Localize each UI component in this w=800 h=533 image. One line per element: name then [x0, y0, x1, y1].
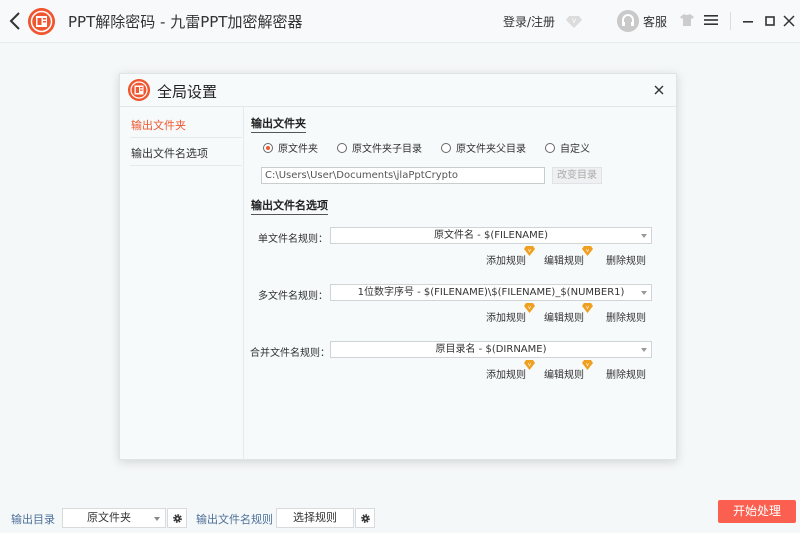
- select-value: 原目录名 - $(DIRNAME): [435, 344, 547, 355]
- vip-icon[interactable]: V: [566, 13, 582, 29]
- start-processing-button[interactable]: 开始处理: [718, 500, 796, 523]
- add-rule-button[interactable]: 添加规则: [486, 309, 526, 324]
- sidebar-item-output-folder[interactable]: 输出文件夹: [131, 117, 241, 133]
- vip-badge-icon: v: [524, 303, 535, 313]
- merge-file-rule-label: 合并文件名规则：: [250, 348, 330, 359]
- dialog-header: 全局设置: [120, 74, 676, 107]
- svg-text:v: v: [586, 362, 589, 368]
- merge-file-rule-select[interactable]: 原目录名 - $(DIRNAME): [330, 341, 652, 358]
- back-icon[interactable]: [6, 10, 26, 32]
- maximize-icon[interactable]: [762, 13, 778, 29]
- gear-icon: [361, 514, 370, 523]
- sidebar-item-filename-options[interactable]: 输出文件名选项: [131, 145, 241, 161]
- vip-badge-icon: v: [582, 360, 593, 370]
- radio-dot: [337, 142, 347, 153]
- single-file-rule-select[interactable]: 原文件名 - $(FILENAME): [330, 227, 652, 244]
- dialog-logo-icon: [128, 79, 150, 101]
- settings-sidebar: 输出文件夹 输出文件名选项: [120, 107, 244, 460]
- single-file-rule-label: 单文件名规则：: [258, 234, 328, 245]
- chevron-down-icon: [641, 234, 647, 238]
- output-dir-select[interactable]: 原文件夹: [62, 508, 166, 528]
- add-rule-button[interactable]: 添加规则: [486, 366, 526, 381]
- output-dir-settings-button[interactable]: [167, 508, 187, 528]
- select-rule-button[interactable]: 选择规则: [276, 508, 354, 528]
- filename-rule-settings-button[interactable]: [355, 508, 375, 528]
- app-title: PPT解除密码 - 九雷PPT加密解密器: [68, 13, 303, 31]
- multi-file-rule-select[interactable]: 1位数字序号 - $(FILENAME)\$(FILENAME)_$(NUMBE…: [330, 284, 652, 301]
- minimize-icon[interactable]: [740, 13, 756, 29]
- chevron-down-icon: [641, 348, 647, 352]
- sidebar-divider: [130, 165, 242, 166]
- edit-rule-button[interactable]: 编辑规则: [544, 366, 584, 381]
- login-register-link[interactable]: 登录/注册: [503, 13, 555, 30]
- close-icon[interactable]: [781, 13, 797, 29]
- global-settings-dialog: 全局设置 输出文件夹 输出文件名选项 输出文件夹 原文件夹 原文件夹子目录 原文…: [119, 73, 677, 460]
- radio-original-folder[interactable]: 原文件夹: [263, 140, 318, 155]
- dialog-close-icon[interactable]: [652, 83, 666, 97]
- titlebar-divider: [730, 12, 731, 30]
- radio-dot: [545, 142, 555, 153]
- skin-icon[interactable]: [680, 14, 694, 26]
- delete-rule-button[interactable]: 删除规则: [606, 252, 646, 267]
- vip-badge-icon: v: [524, 360, 535, 370]
- radio-dot: [441, 142, 451, 153]
- svg-text:v: v: [528, 362, 531, 368]
- customer-service-link[interactable]: 客服: [643, 13, 667, 30]
- output-path-input[interactable]: C:\Users\User\Documents\jlaPptCrypto: [261, 167, 545, 184]
- svg-text:v: v: [586, 305, 589, 311]
- radio-label: 原文件夹: [278, 144, 318, 155]
- sidebar-divider: [130, 137, 242, 138]
- gear-icon: [173, 514, 182, 523]
- vip-badge-icon: v: [582, 246, 593, 256]
- select-value: 原文件名 - $(FILENAME): [434, 230, 548, 241]
- headset-icon[interactable]: [617, 10, 639, 32]
- radio-label: 自定义: [560, 144, 590, 155]
- menu-icon[interactable]: [704, 13, 718, 27]
- edit-rule-button[interactable]: 编辑规则: [544, 252, 584, 267]
- select-value: 原文件夹: [87, 511, 131, 524]
- radio-label: 原文件夹子目录: [352, 144, 422, 155]
- radio-dot: [263, 142, 273, 153]
- filename-rule-label: 输出文件名规则: [196, 513, 273, 526]
- dialog-title: 全局设置: [157, 83, 218, 101]
- multi-file-rule-label: 多文件名规则：: [258, 291, 328, 302]
- section-title-output-folder: 输出文件夹: [251, 115, 306, 133]
- title-bar: PPT解除密码 - 九雷PPT加密解密器 登录/注册 V 客服: [0, 0, 800, 43]
- edit-rule-button[interactable]: 编辑规则: [544, 309, 584, 324]
- svg-text:v: v: [528, 248, 531, 254]
- chevron-down-icon: [641, 291, 647, 295]
- delete-rule-button[interactable]: 删除规则: [606, 309, 646, 324]
- vip-badge-icon: v: [582, 303, 593, 313]
- app-logo-icon: [28, 8, 55, 35]
- select-value: 1位数字序号 - $(FILENAME)\$(FILENAME)_$(NUMBE…: [357, 287, 625, 298]
- radio-label: 原文件夹父目录: [456, 144, 526, 155]
- vip-badge-icon: v: [524, 246, 535, 256]
- section-title-filename-options: 输出文件名选项: [251, 197, 328, 215]
- radio-parent-folder[interactable]: 原文件夹父目录: [441, 140, 526, 155]
- delete-rule-button[interactable]: 删除规则: [606, 366, 646, 381]
- change-directory-button[interactable]: 改变目录: [552, 167, 602, 184]
- add-rule-button[interactable]: 添加规则: [486, 252, 526, 267]
- radio-subfolder[interactable]: 原文件夹子目录: [337, 140, 422, 155]
- radio-custom[interactable]: 自定义: [545, 140, 590, 155]
- chevron-down-icon: [154, 517, 160, 521]
- svg-text:v: v: [586, 248, 589, 254]
- svg-text:v: v: [528, 305, 531, 311]
- output-dir-label: 输出目录: [11, 513, 55, 526]
